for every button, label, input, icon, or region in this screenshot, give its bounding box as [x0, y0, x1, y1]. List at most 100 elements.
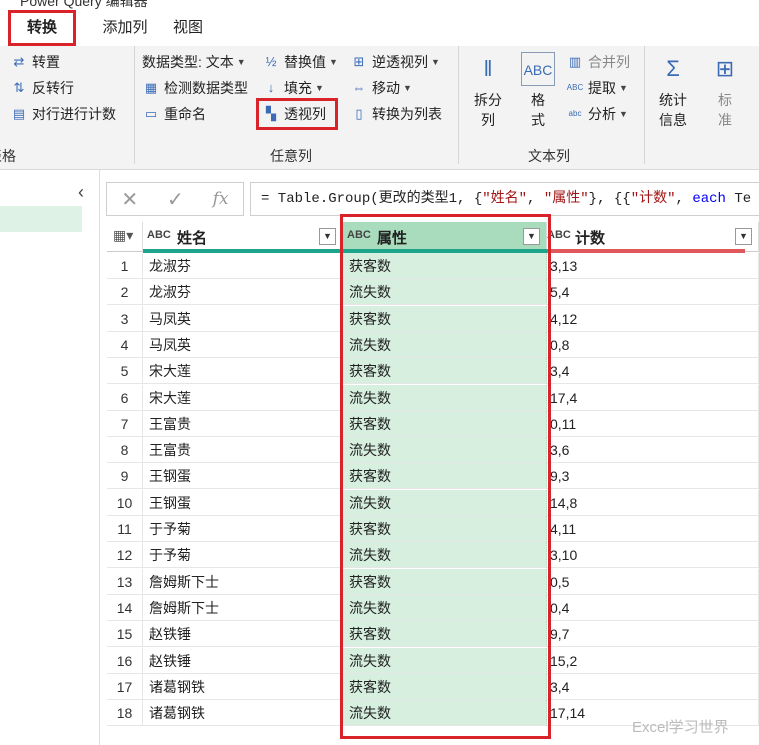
cell-attribute[interactable]: 获客数	[343, 305, 547, 332]
row-number[interactable]: 3	[107, 305, 143, 332]
cell-name[interactable]: 于予菊	[143, 542, 375, 569]
table-row[interactable]: 13 詹姆斯下士 获客数 0,5	[107, 568, 759, 595]
cell-attribute[interactable]: 流失数	[343, 594, 547, 621]
confirm-icon[interactable]: ✓	[167, 187, 184, 212]
table-row[interactable]: 10 王钢蛋 流失数 14,8	[107, 489, 759, 516]
table-row[interactable]: 7 王富贵 获客数 0,11	[107, 410, 759, 437]
cell-count[interactable]: 3,13	[547, 253, 759, 279]
rename-button[interactable]: ▭ 重命名	[142, 102, 206, 126]
table-menu-header[interactable]: ▦▾	[107, 222, 143, 252]
row-number[interactable]: 15	[107, 621, 143, 648]
extract-button[interactable]: ABC 提取 ▼	[566, 76, 628, 100]
data-type-dropdown[interactable]: 数据类型: 文本 ▼	[142, 50, 246, 74]
replace-values-button[interactable]: ½ 替换值 ▼	[262, 50, 338, 74]
cell-name[interactable]: 于予菊	[143, 516, 375, 542]
move-button[interactable]: ⇔ 移动 ▼	[350, 76, 412, 100]
row-number[interactable]: 9	[107, 463, 143, 490]
table-row[interactable]: 5 宋大莲 获客数 3,4	[107, 358, 759, 385]
cell-count[interactable]: 15,2	[547, 647, 759, 674]
convert-to-list-button[interactable]: ▯ 转换为列表	[350, 102, 442, 126]
cell-count[interactable]: 3,4	[547, 673, 759, 700]
cell-attribute[interactable]: 流失数	[343, 279, 547, 306]
collapse-panel-icon[interactable]: ‹	[78, 182, 84, 203]
format-button[interactable]: ABC 格式	[516, 52, 560, 130]
cell-count[interactable]: 3,10	[547, 542, 759, 569]
cell-attribute[interactable]: 获客数	[343, 358, 547, 385]
table-row[interactable]: 4 马凤英 流失数 0,8	[107, 331, 759, 358]
cell-name[interactable]: 詹姆斯下士	[143, 594, 375, 621]
cell-count[interactable]: 0,11	[547, 410, 759, 437]
cell-name[interactable]: 赵铁锤	[143, 621, 375, 648]
cell-attribute[interactable]: 获客数	[343, 516, 547, 542]
cell-attribute[interactable]: 流失数	[343, 647, 547, 674]
unpivot-columns-button[interactable]: ⊞ 逆透视列 ▼	[350, 50, 440, 74]
parse-button[interactable]: abc 分析 ▼	[566, 102, 628, 126]
row-number[interactable]: 18	[107, 700, 143, 727]
cell-count[interactable]: 9,3	[547, 463, 759, 490]
row-number[interactable]: 14	[107, 594, 143, 621]
cell-name[interactable]: 王富贵	[143, 410, 375, 437]
row-number[interactable]: 7	[107, 410, 143, 437]
tab-view[interactable]: 视图	[166, 10, 210, 46]
cell-count[interactable]: 9,7	[547, 621, 759, 648]
cell-attribute[interactable]: 流失数	[343, 384, 547, 411]
cell-count[interactable]: 3,4	[547, 358, 759, 385]
detect-data-type-button[interactable]: ▦ 检测数据类型	[142, 76, 248, 100]
cell-count[interactable]: 0,8	[547, 331, 759, 358]
statistics-button[interactable]: Σ 统计信息	[650, 52, 696, 130]
column-header-name[interactable]: ABC 姓名 ▼	[143, 222, 343, 252]
cell-count[interactable]: 4,12	[547, 305, 759, 332]
table-row[interactable]: 1 龙淑芬 获客数 3,13	[107, 253, 759, 279]
row-number[interactable]: 1	[107, 253, 143, 279]
row-number[interactable]: 11	[107, 516, 143, 542]
table-row[interactable]: 6 宋大莲 流失数 17,4	[107, 384, 759, 411]
filter-dropdown-icon[interactable]: ▼	[523, 228, 540, 245]
table-row[interactable]: 11 于予菊 获客数 4,11	[107, 516, 759, 542]
filter-dropdown-icon[interactable]: ▼	[735, 228, 752, 245]
cell-count[interactable]: 4,11	[547, 516, 759, 542]
row-number[interactable]: 5	[107, 358, 143, 385]
table-row[interactable]: 3 马凤英 获客数 4,12	[107, 305, 759, 332]
cell-count[interactable]: 17,4	[547, 384, 759, 411]
reverse-rows-button[interactable]: ⇅ 反转行	[10, 76, 74, 100]
tab-transform[interactable]: 转换	[8, 10, 76, 46]
fx-icon[interactable]: fx	[213, 189, 229, 209]
formula-input[interactable]: = Table.Group(更改的类型1, {"姓名", "属性"}, {{"计…	[250, 182, 759, 216]
row-number[interactable]: 10	[107, 489, 143, 516]
transpose-button[interactable]: ⇄ 转置	[10, 50, 60, 74]
cell-attribute[interactable]: 获客数	[343, 410, 547, 437]
cell-attribute[interactable]: 流失数	[343, 331, 547, 358]
row-number[interactable]: 4	[107, 331, 143, 358]
cell-count[interactable]: 14,8	[547, 489, 759, 516]
table-row[interactable]: 12 于予菊 流失数 3,10	[107, 542, 759, 569]
cell-name[interactable]: 赵铁锤	[143, 647, 375, 674]
standard-button[interactable]: ⊞ 标准	[702, 52, 748, 130]
cell-name[interactable]: 马凤英	[143, 305, 375, 332]
row-number[interactable]: 16	[107, 647, 143, 674]
cell-attribute[interactable]: 流失数	[343, 437, 547, 464]
cell-name[interactable]: 马凤英	[143, 331, 375, 358]
cell-attribute[interactable]: 流失数	[343, 489, 547, 516]
cell-attribute[interactable]: 获客数	[343, 253, 547, 279]
fill-button[interactable]: ↓ 填充 ▼	[262, 76, 324, 100]
row-number[interactable]: 12	[107, 542, 143, 569]
cell-name[interactable]: 王富贵	[143, 437, 375, 464]
cell-name[interactable]: 王钢蛋	[143, 489, 375, 516]
table-row[interactable]: 14 詹姆斯下士 流失数 0,4	[107, 594, 759, 621]
split-column-button[interactable]: ‖ 拆分列	[466, 52, 510, 130]
table-row[interactable]: 17 诸葛钢铁 获客数 3,4	[107, 673, 759, 700]
cell-attribute[interactable]: 获客数	[343, 463, 547, 490]
row-number[interactable]: 2	[107, 279, 143, 306]
cell-name[interactable]: 王钢蛋	[143, 463, 375, 490]
row-number[interactable]: 8	[107, 437, 143, 464]
tab-add-column[interactable]: 添加列	[90, 10, 160, 46]
cell-attribute[interactable]: 流失数	[343, 542, 547, 569]
column-header-count[interactable]: ABC 计数 ▼	[547, 222, 759, 252]
merge-columns-button[interactable]: ▥ 合并列	[566, 50, 630, 74]
column-header-attribute[interactable]: ABC 属性 ▼	[343, 222, 547, 252]
cell-name[interactable]: 詹姆斯下士	[143, 568, 375, 595]
selected-query-item[interactable]	[0, 206, 82, 232]
count-rows-button[interactable]: ▤ 对行进行计数	[10, 102, 116, 126]
cell-attribute[interactable]: 流失数	[343, 700, 547, 727]
cell-name[interactable]: 诸葛钢铁	[143, 673, 375, 700]
